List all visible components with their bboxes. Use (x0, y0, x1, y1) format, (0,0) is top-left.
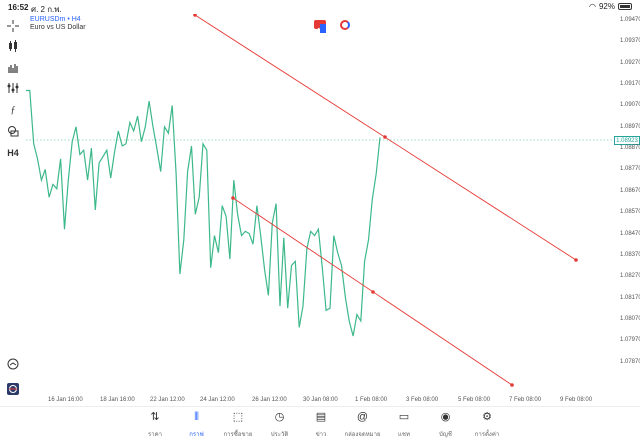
time-tick-label: 3 Feb 08:00 (406, 397, 439, 403)
price-tick-label: 1.08070 (620, 315, 640, 322)
trading-signal-icon[interactable] (5, 381, 21, 397)
trendline-anchor (574, 258, 578, 262)
battery-percent: 92% (598, 2, 615, 11)
symbol-name: EURUSDm • H4 (30, 16, 81, 23)
crosshair-icon[interactable] (5, 18, 21, 34)
nav-label: บัญชี (439, 432, 452, 438)
nav-label: กราฟ (189, 432, 204, 438)
nav-label: การซื้อขาย (223, 432, 253, 438)
price-tick-label: 1.08570 (620, 209, 640, 216)
trendlines-group (193, 13, 578, 387)
price-chart[interactable] (26, 13, 614, 394)
price-tick-label: 1.08370 (620, 251, 640, 258)
trendline-anchor (510, 383, 514, 387)
price-tick-label: 1.09170 (620, 81, 640, 88)
timeframe-button[interactable]: H4 (5, 145, 21, 161)
price-tick-label: 1.07970 (620, 337, 640, 344)
nav-item-chat[interactable]: ▭ แชท (384, 410, 424, 439)
status-bar: 16:52 ศ. 2 ก.พ. ◠ 92% (0, 0, 640, 14)
nav-label: ราคา (148, 432, 162, 438)
status-time: 16:52 (8, 3, 29, 12)
price-tick-label: 1.08870 (620, 145, 640, 152)
nav-item-trade[interactable]: ⬚ การซื้อขาย (218, 410, 258, 439)
nav-item-settings[interactable]: ⚙ การตั้งค่า (467, 410, 507, 439)
one-click-trading-icon[interactable] (340, 20, 350, 30)
status-right: ◠ 92% (589, 2, 632, 11)
price-tick-label: 1.08470 (620, 230, 640, 237)
symbol-description: Euro vs US Dollar (30, 24, 86, 31)
trendline-anchor (231, 196, 235, 200)
nav-item-quotes[interactable]: ⇅ ราคา (135, 410, 175, 439)
nav-item-news[interactable]: ▤ ข่าว (301, 410, 341, 439)
nav-label: ข่าว (315, 432, 327, 438)
price-tick-label: 1.09070 (620, 102, 640, 109)
sell-button[interactable]: ▪ (314, 20, 326, 33)
nav-item-account[interactable]: ◉ บัญชี (426, 410, 466, 439)
nav-label: แชท (398, 432, 410, 438)
time-tick-label: 7 Feb 08:00 (509, 397, 542, 403)
nav-label: การตั้งค่า (474, 432, 500, 438)
time-tick-label: 26 Jan 12:00 (252, 397, 287, 403)
price-tick-label: 1.07870 (620, 358, 640, 365)
price-tick-label: 1.08770 (620, 166, 640, 173)
mailbox-icon: @ (356, 411, 369, 423)
current-price-label: 1.08923 (614, 136, 640, 145)
nav-item-mailbox[interactable]: @ กล่องจดหมาย (343, 410, 383, 439)
chart-toolbar: ƒ H4 (0, 14, 26, 404)
trade-icon: ⬚ (232, 411, 244, 423)
candles-icon[interactable] (5, 38, 21, 54)
time-tick-label: 18 Jan 16:00 (100, 397, 135, 403)
price-tick-label: 1.09470 (620, 17, 640, 23)
price-tick-label: 1.08670 (620, 187, 640, 194)
nav-item-chart[interactable]: ⫴ กราฟ (177, 410, 217, 439)
time-tick-label: 16 Jan 16:00 (48, 397, 83, 403)
price-tick-label: 1.08270 (620, 273, 640, 280)
objects-icon[interactable] (5, 123, 21, 139)
indicators-icon[interactable] (5, 80, 21, 96)
nav-item-history[interactable]: ◷ ประวัติ (260, 410, 300, 439)
price-tick-label: 1.08970 (620, 123, 640, 130)
time-tick-label: 1 Feb 08:00 (355, 397, 388, 403)
price-series-line (26, 89, 381, 337)
gauge-icon[interactable] (5, 356, 21, 372)
chart-canvas[interactable] (26, 13, 614, 394)
time-tick-label: 30 Jan 08:00 (303, 397, 338, 403)
nav-label: กล่องจดหมาย (344, 432, 381, 438)
quotes-icon: ⇅ (150, 411, 160, 423)
account-icon: ◉ (440, 411, 451, 423)
price-tick-label: 1.09270 (620, 59, 640, 66)
trendline-anchor (193, 13, 197, 17)
bars-icon[interactable] (5, 59, 21, 75)
battery-icon (618, 3, 632, 10)
time-tick-label: 5 Feb 08:00 (458, 397, 491, 403)
time-tick-label: 22 Jan 12:00 (150, 397, 185, 403)
settings-icon: ⚙ (482, 411, 492, 423)
symbol-title: EURUSDm • H4 (30, 16, 81, 23)
bottom-navigation: ⇅ ราคา ⫴ กราฟ ⬚ การซื้อขาย ◷ ประวัติ ▤ ข่าว @ กล่อง… (0, 406, 640, 447)
price-tick-label: 1.09370 (620, 38, 640, 45)
nav-label: ประวัติ (270, 432, 289, 438)
trendline-anchor (371, 290, 375, 294)
wifi-icon: ◠ (589, 2, 596, 11)
news-icon: ▤ (315, 411, 327, 423)
chat-icon: ▭ (398, 411, 410, 423)
price-tick-label: 1.08170 (620, 294, 640, 301)
history-icon: ◷ (274, 411, 285, 423)
trendline-anchor (383, 135, 387, 139)
function-icon[interactable]: ƒ (5, 102, 21, 118)
time-tick-label: 9 Feb 08:00 (560, 397, 593, 403)
time-tick-label: 24 Jan 12:00 (200, 397, 235, 403)
chart-icon: ⫴ (194, 411, 199, 423)
